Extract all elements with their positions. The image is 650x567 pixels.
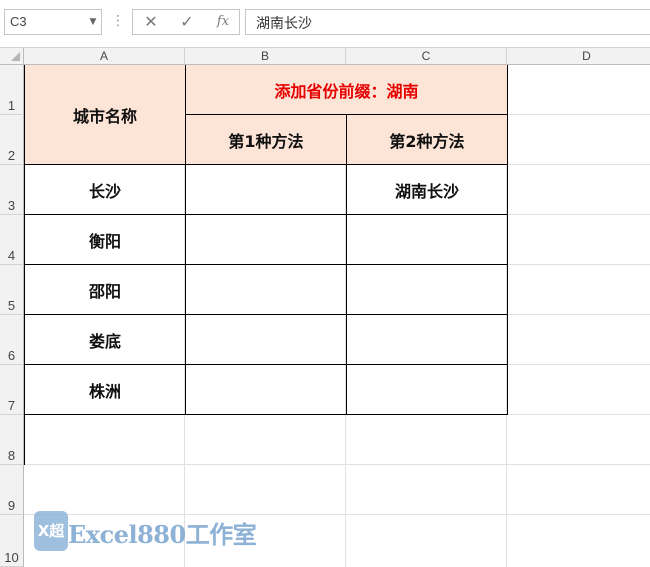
row-header-1[interactable]: 1 <box>0 65 24 115</box>
insert-function-icon[interactable]: fx <box>205 10 241 34</box>
data-table: 城市名称 添加省份前缀：湖南 第1种方法 第2种方法 长沙 湖南长沙 衡阳 邵阳… <box>24 65 508 465</box>
spreadsheet-grid: A B C D 1 2 3 4 5 6 7 8 9 10 城市名称 添加省份前缀… <box>0 48 650 567</box>
cell-b3[interactable] <box>186 165 347 215</box>
cell-b1-prefix-header[interactable]: 添加省份前缀：湖南 <box>186 65 508 115</box>
gridline <box>507 414 650 415</box>
cell-a6[interactable]: 娄底 <box>25 315 186 365</box>
gridline <box>507 264 650 265</box>
column-header-b[interactable]: B <box>185 48 346 65</box>
cell-b6[interactable] <box>186 315 347 365</box>
select-all-button[interactable] <box>0 48 24 65</box>
cell-c5[interactable] <box>347 265 508 315</box>
row-number: 8 <box>7 448 16 463</box>
watermark-logo-icon: X超 <box>34 511 68 551</box>
row-header-4[interactable]: 4 <box>0 215 24 265</box>
cell-c4[interactable] <box>347 215 508 265</box>
gridline <box>507 114 650 115</box>
row-number: 5 <box>7 298 16 313</box>
gridline <box>507 214 650 215</box>
enter-icon[interactable]: ✓ <box>169 10 205 34</box>
gridline <box>507 364 650 365</box>
row-number: 9 <box>7 498 16 513</box>
cell-b5[interactable] <box>186 265 347 315</box>
row-number: 3 <box>7 198 16 213</box>
row-number: 4 <box>7 248 16 263</box>
cell-c7[interactable] <box>347 365 508 415</box>
row-number: 6 <box>7 348 16 363</box>
cell-b7[interactable] <box>186 365 347 415</box>
row-header-8[interactable]: 8 <box>0 415 24 465</box>
cell-a5[interactable]: 邵阳 <box>25 265 186 315</box>
chevron-down-icon[interactable]: ▼ <box>86 9 100 35</box>
row-header-2[interactable]: 2 <box>0 115 24 165</box>
row-number: 2 <box>7 148 16 163</box>
row-number: 1 <box>7 98 16 113</box>
cell-a3[interactable]: 长沙 <box>25 165 186 215</box>
cell-a4[interactable]: 衡阳 <box>25 215 186 265</box>
cell-c6[interactable] <box>347 315 508 365</box>
cell-b4[interactable] <box>186 215 347 265</box>
row-number: 7 <box>7 398 16 413</box>
more-options-icon[interactable]: ⋮ <box>111 9 125 35</box>
cell-c2-method2-header[interactable]: 第2种方法 <box>347 115 508 165</box>
cell-b2-method1-header[interactable]: 第1种方法 <box>186 115 347 165</box>
row-header-5[interactable]: 5 <box>0 265 24 315</box>
formula-buttons: ✕ ✓ fx <box>132 9 240 35</box>
row-header-7[interactable]: 7 <box>0 365 24 415</box>
gridline <box>507 314 650 315</box>
cell-a1-city-header[interactable]: 城市名称 <box>25 65 186 165</box>
formula-input[interactable]: 湖南长沙 <box>245 9 650 35</box>
watermark-text: Excel880工作室 <box>68 520 257 549</box>
row-header-3[interactable]: 3 <box>0 165 24 215</box>
column-header-c[interactable]: C <box>346 48 507 65</box>
cancel-icon[interactable]: ✕ <box>133 10 169 34</box>
row-header-9[interactable]: 9 <box>0 465 24 515</box>
cell-a7[interactable]: 株洲 <box>25 365 186 415</box>
column-header-d[interactable]: D <box>507 48 650 65</box>
gridline <box>507 164 650 165</box>
row-header-10[interactable]: 10 <box>0 515 24 567</box>
select-all-icon <box>11 52 20 61</box>
cell-c3[interactable]: 湖南长沙 <box>347 165 508 215</box>
row-number: 10 <box>4 550 19 565</box>
formula-bar: C3 ▼ ⋮ ✕ ✓ fx 湖南长沙 <box>0 0 650 48</box>
column-header-a[interactable]: A <box>24 48 185 65</box>
row-header-6[interactable]: 6 <box>0 315 24 365</box>
